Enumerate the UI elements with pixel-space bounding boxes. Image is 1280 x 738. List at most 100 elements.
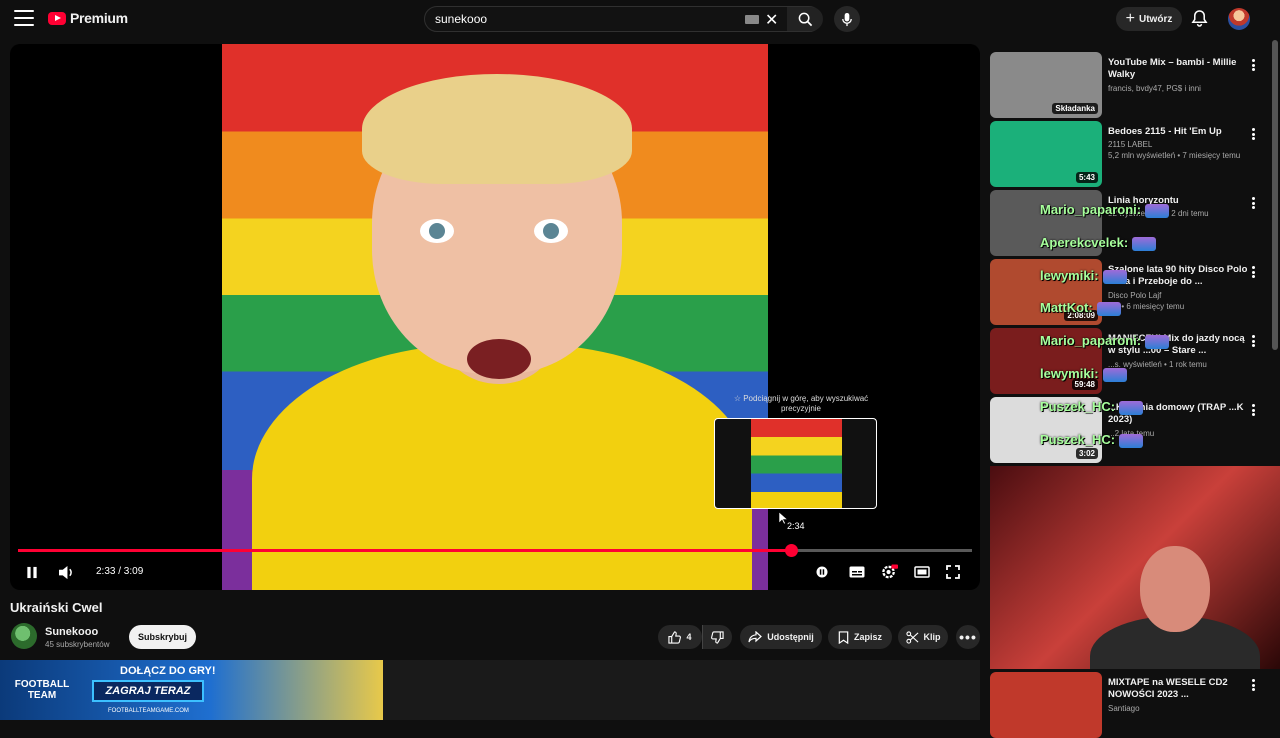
chat-message: MattKot:	[1040, 300, 1121, 316]
video-item-title[interactable]: MIXTAPE na WESELE CD2 NOWOŚCI 2023 ...	[1108, 677, 1248, 702]
autoplay-toggle[interactable]	[816, 563, 828, 581]
progress-bar[interactable]	[18, 544, 972, 557]
channel-avatar[interactable]	[11, 623, 37, 649]
mic-icon	[842, 12, 852, 26]
autoplay-icon	[816, 566, 828, 578]
video-item-channel[interactable]: francis, bvdy47, PG$ i inni	[1108, 84, 1248, 93]
progress-scrubber[interactable]	[784, 544, 798, 557]
keyboard-icon[interactable]	[745, 15, 759, 24]
chat-emote	[1096, 301, 1121, 316]
video-frame	[222, 44, 768, 590]
chat-message: lewymiki:	[1040, 366, 1127, 382]
list-item[interactable]: Składanka YouTube Mix – bambi - Millie Wa…	[990, 52, 1272, 118]
fullscreen-icon	[946, 565, 960, 579]
webcam-overlay	[990, 466, 1280, 669]
chat-message: Aperekcvelek:	[1040, 235, 1157, 251]
chat-username: Mario_paparoni:	[1040, 202, 1142, 217]
chat-emote	[1102, 367, 1127, 382]
clear-icon[interactable]: ✕	[765, 10, 778, 30]
youtube-logo[interactable]: Premium	[48, 10, 128, 26]
video-thumbnail[interactable]	[990, 672, 1102, 738]
subtitles-icon	[849, 566, 865, 578]
dislike-icon	[711, 630, 724, 644]
more-options-icon[interactable]	[1252, 404, 1256, 416]
time-display: 2:33 / 3:09	[96, 566, 144, 577]
share-button[interactable]: Udostępnij	[740, 625, 822, 649]
channel-name[interactable]: Sunekooo	[45, 626, 98, 638]
ad-logo: FOOTBALL TEAM	[14, 679, 70, 701]
video-item-title[interactable]: Szalone lata 90 hity Disco Polo ...uta i…	[1108, 264, 1248, 289]
fullscreen-button[interactable]	[946, 563, 960, 581]
video-item-meta: ...ń • 6 miesięcy temu	[1108, 301, 1185, 311]
chat-message: Puszek_HC:	[1040, 432, 1144, 448]
chat-message: lewymiki:	[1040, 268, 1127, 284]
chat-message: Mario_paparoni:	[1040, 202, 1170, 218]
video-item-channel[interactable]: Santiago	[1108, 704, 1248, 713]
below-player-area	[383, 660, 980, 720]
seek-preview-time: 2:34	[787, 521, 805, 531]
video-thumbnail[interactable]: 5:43	[990, 121, 1102, 187]
chat-username: lewymiki:	[1040, 366, 1099, 381]
subscribe-button[interactable]: Subskrybuj	[129, 625, 196, 649]
webcam-head	[1140, 546, 1210, 632]
duration-badge: 3:02	[1075, 448, 1098, 459]
list-item[interactable]: 5:43 Bedoes 2115 - Hit 'Em Up 2115 LABEL 5,…	[990, 121, 1272, 187]
video-title: Ukraiński Cwel	[10, 600, 103, 615]
video-item-title[interactable]: Bedoes 2115 - Hit 'Em Up	[1108, 126, 1248, 138]
more-options-icon[interactable]	[1252, 266, 1256, 278]
more-icon: •••	[959, 629, 977, 645]
chat-message: Puszek_HC:	[1040, 399, 1144, 415]
search-input[interactable]	[425, 12, 725, 26]
video-eye	[420, 219, 454, 243]
top-bar: Premium ✕ + Utwórz	[0, 0, 1280, 38]
duration-badge: 5:43	[1075, 172, 1098, 183]
ad-url: FOOTBALLTEAMGAME.COM	[108, 708, 189, 714]
pause-icon	[27, 566, 37, 578]
list-item[interactable]: 2:08:09 Szalone lata 90 hity Disco Polo .…	[990, 259, 1272, 325]
video-hair	[362, 74, 632, 184]
sidebar-scrollbar[interactable]	[1272, 40, 1278, 350]
like-button[interactable]: 4	[658, 625, 702, 649]
video-thumbnail[interactable]: Składanka	[990, 52, 1102, 118]
settings-button[interactable]	[881, 563, 898, 581]
list-item[interactable]: MIXTAPE na WESELE CD2 NOWOŚCI 2023 ... S…	[990, 672, 1272, 738]
volume-button[interactable]	[58, 563, 75, 581]
voice-search-button[interactable]	[834, 6, 860, 32]
like-count: 4	[686, 632, 692, 642]
notifications-button[interactable]	[1191, 9, 1208, 33]
seek-hint: ☆ Podciągnij w górę, aby wyszukiwać prec…	[733, 394, 869, 413]
theater-mode-button[interactable]	[914, 563, 930, 581]
video-item-meta: ...s. wyświetleń • 1 rok temu	[1108, 359, 1207, 369]
avatar[interactable]	[1228, 8, 1250, 30]
video-item-meta: 5,2 mln wyświetleń • 7 miesięcy temu	[1108, 151, 1241, 161]
seek-preview-thumbnail	[714, 418, 877, 509]
more-options-icon[interactable]	[1252, 335, 1256, 347]
chat-emote	[1119, 433, 1144, 448]
ad-cta-button[interactable]: ZAGRAJ TERAZ	[92, 680, 204, 702]
save-button[interactable]: Zapisz	[828, 625, 892, 649]
chat-username: Mario_paparoni:	[1040, 333, 1142, 348]
more-actions-button[interactable]: •••	[956, 625, 980, 649]
preview-image	[751, 419, 842, 508]
subtitles-button[interactable]	[849, 563, 865, 581]
search-button[interactable]	[787, 7, 823, 31]
ad-banner[interactable]: FOOTBALL TEAM DOŁĄCZ DO GRY! ZAGRAJ TERA…	[0, 660, 383, 720]
more-options-icon[interactable]	[1252, 59, 1256, 71]
chat-emote	[1102, 269, 1127, 284]
clip-button[interactable]: Klip	[898, 625, 948, 649]
video-player[interactable]: ☆ Podciągnij w górę, aby wyszukiwać prec…	[10, 44, 980, 590]
video-item-channel[interactable]: 2115 LABEL	[1108, 140, 1248, 149]
create-button[interactable]: + Utwórz	[1116, 7, 1182, 31]
menu-icon[interactable]	[14, 10, 34, 26]
video-info: YouTube Mix – bambi - Millie Walky franci…	[1108, 57, 1248, 93]
pause-button[interactable]	[26, 563, 38, 581]
more-options-icon[interactable]	[1252, 128, 1256, 140]
more-options-icon[interactable]	[1252, 197, 1256, 209]
logo-text: Premium	[70, 10, 128, 26]
video-item-title[interactable]: YouTube Mix – bambi - Millie Walky	[1108, 57, 1248, 82]
more-options-icon[interactable]	[1252, 679, 1256, 691]
video-item-channel[interactable]: Disco Polo Lajf	[1108, 291, 1248, 300]
share-label: Udostępnij	[767, 632, 814, 642]
dislike-button[interactable]	[702, 625, 732, 649]
video-eye	[534, 219, 568, 243]
